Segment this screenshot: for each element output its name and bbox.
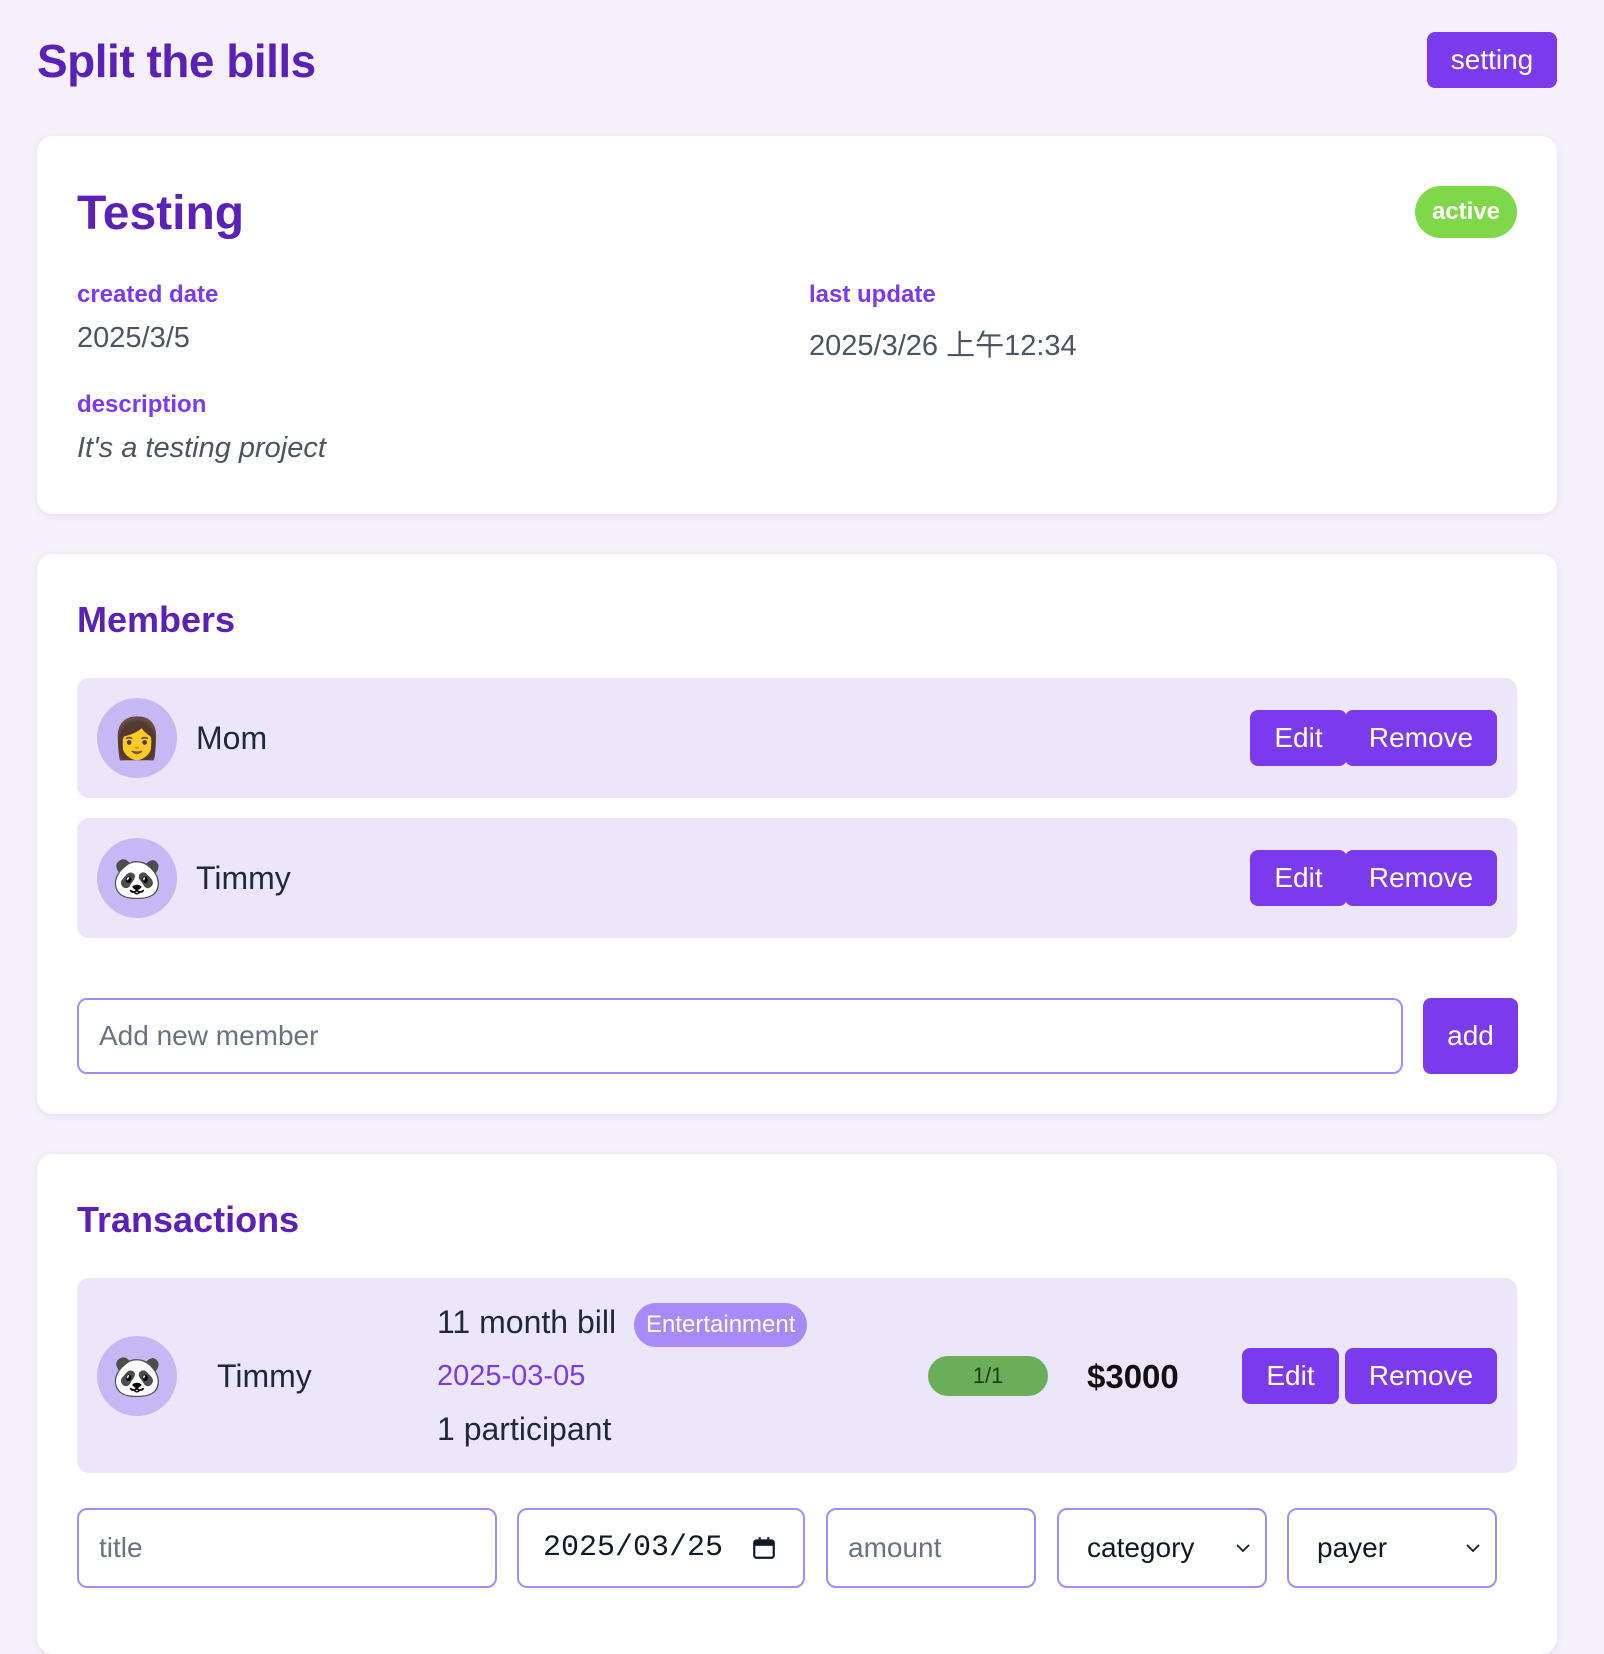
remove-transaction-button[interactable]: Remove — [1345, 1348, 1497, 1404]
transaction-title: 11 month bill — [437, 1304, 617, 1340]
transaction-amount-input[interactable] — [826, 1508, 1036, 1588]
transactions-title: Transactions — [77, 1199, 300, 1240]
transactions-card: Transactions 🐼 Timmy 11 month bill Enter… — [37, 1154, 1557, 1654]
participant-count: 1 participant — [437, 1411, 612, 1447]
top-bar: Split the bills setting — [37, 0, 1557, 124]
calendar-icon[interactable] — [751, 1535, 777, 1561]
app-title: Split the bills — [37, 35, 316, 87]
member-name: Mom — [196, 720, 268, 756]
transaction-date: 2025-03-05 — [437, 1360, 586, 1392]
chevron-down-icon — [1236, 1544, 1250, 1553]
member-name: Timmy — [196, 860, 291, 896]
setting-button[interactable]: setting — [1427, 32, 1557, 88]
created-date-label: created date — [77, 281, 219, 308]
remove-member-button[interactable]: Remove — [1345, 710, 1497, 766]
chevron-down-icon — [1466, 1544, 1480, 1553]
created-date-value: 2025/3/5 — [77, 322, 190, 354]
settlement-progress: 1/1 — [928, 1356, 1048, 1396]
project-card: Testing active created date 2025/3/5 las… — [37, 136, 1557, 514]
members-card: Members 👩 Mom Edit Remove 🐼 Timmy Edit R… — [37, 554, 1557, 1114]
description-value: It's a testing project — [77, 432, 326, 464]
members-title: Members — [77, 599, 236, 640]
page: Split the bills setting Testing active c… — [37, 0, 1557, 1654]
category-select[interactable]: category — [1057, 1508, 1267, 1588]
woman-icon: 👩 — [97, 698, 177, 778]
panda-icon: 🐼 — [97, 1336, 177, 1416]
add-member-input[interactable] — [77, 998, 1403, 1074]
date-value: 2025/03/25 — [543, 1531, 724, 1565]
member-row: 🐼 Timmy Edit Remove — [77, 818, 1517, 938]
transaction-amount: $3000 — [1087, 1358, 1179, 1395]
payer-select-value: payer — [1317, 1532, 1388, 1563]
last-update-value: 2025/3/26 上午12:34 — [809, 330, 1077, 362]
payer-name: Timmy — [217, 1358, 312, 1394]
panda-icon: 🐼 — [97, 838, 177, 918]
member-row: 👩 Mom Edit Remove — [77, 678, 1517, 798]
transaction-row: 🐼 Timmy 11 month bill Entertainment 2025… — [77, 1278, 1517, 1473]
last-update-label: last update — [809, 281, 936, 308]
add-member-button[interactable]: add — [1423, 998, 1518, 1074]
transaction-title-input[interactable] — [77, 1508, 497, 1588]
edit-member-button[interactable]: Edit — [1250, 850, 1347, 906]
status-badge: active — [1415, 186, 1517, 238]
description-label: description — [77, 391, 207, 418]
edit-member-button[interactable]: Edit — [1250, 710, 1347, 766]
category-badge: Entertainment — [634, 1303, 808, 1347]
edit-transaction-button[interactable]: Edit — [1242, 1348, 1339, 1404]
payer-select[interactable]: payer — [1287, 1508, 1497, 1588]
category-select-value: category — [1087, 1532, 1195, 1563]
project-name: Testing — [77, 187, 245, 240]
transaction-date-input[interactable]: 2025/03/25 — [517, 1508, 805, 1588]
remove-member-button[interactable]: Remove — [1345, 850, 1497, 906]
